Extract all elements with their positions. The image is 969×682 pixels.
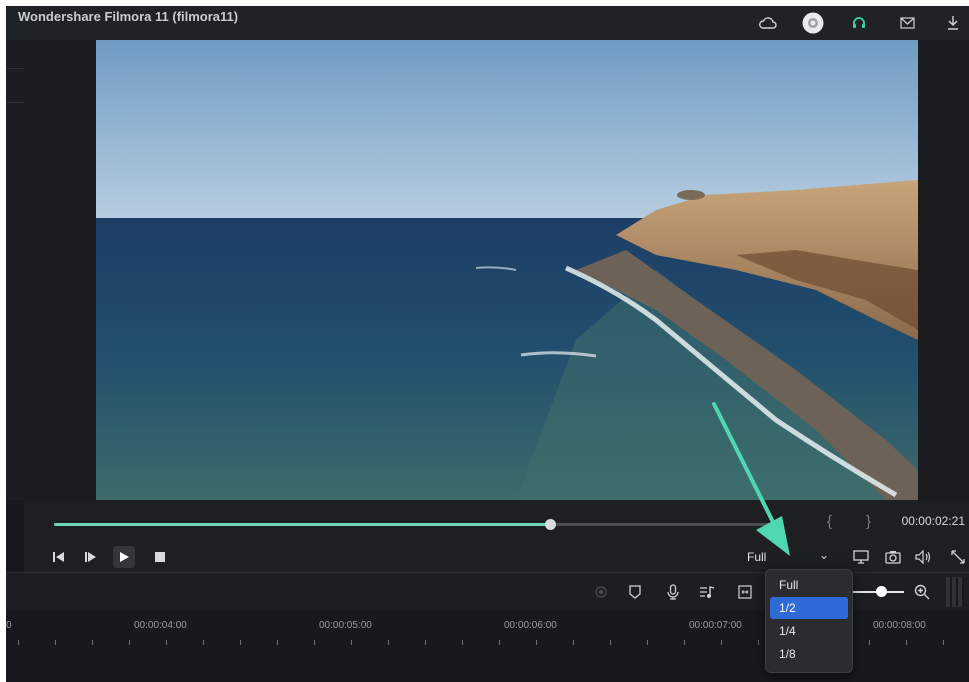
mark-out-button[interactable]: } bbox=[866, 513, 871, 530]
ruler-label: 00:00:04:00 bbox=[134, 620, 187, 631]
ruler-tick bbox=[573, 640, 574, 645]
ruler-tick bbox=[92, 640, 93, 645]
next-frame-icon[interactable] bbox=[80, 546, 102, 568]
timecode-display: 00:00:02:21 bbox=[901, 514, 965, 528]
title-bar: Wondershare Filmora 11 (filmora11) bbox=[6, 6, 969, 40]
marker-icon[interactable] bbox=[626, 583, 644, 601]
ruler-tick bbox=[388, 640, 389, 645]
ruler-tick bbox=[129, 640, 130, 645]
ruler-tick bbox=[536, 640, 537, 645]
preview-quality-select[interactable]: Full bbox=[747, 550, 766, 564]
ruler-label: 00:00:07:00 bbox=[689, 620, 742, 631]
ruler-tick bbox=[906, 640, 907, 645]
ruler-tick bbox=[869, 640, 870, 645]
zoom-in-icon[interactable] bbox=[913, 583, 931, 601]
ruler-label: 00:00:08:00 bbox=[873, 620, 926, 631]
ruler-tick bbox=[314, 640, 315, 645]
download-icon[interactable] bbox=[942, 12, 964, 34]
ruler-tick bbox=[462, 640, 463, 645]
quality-dropdown-menu: Full 1/2 1/4 1/8 bbox=[765, 569, 853, 673]
prev-frame-icon[interactable] bbox=[48, 546, 70, 568]
ruler-tick bbox=[499, 640, 500, 645]
volume-icon[interactable] bbox=[913, 546, 935, 568]
ruler-tick bbox=[240, 640, 241, 645]
ruler-tick bbox=[425, 640, 426, 645]
play-button[interactable] bbox=[113, 546, 135, 568]
playback-controls: { } 00:00:02:21 Full ⌄ bbox=[24, 500, 969, 572]
snapshot-icon[interactable] bbox=[882, 546, 904, 568]
left-panel-edge bbox=[6, 40, 24, 500]
render-icon[interactable] bbox=[592, 583, 610, 601]
ruler-tick bbox=[943, 640, 944, 645]
audio-meter bbox=[946, 577, 964, 607]
ruler-tick bbox=[18, 640, 19, 645]
ruler-tick bbox=[758, 640, 759, 645]
chevron-down-icon[interactable]: ⌄ bbox=[819, 548, 829, 562]
audio-mixer-icon[interactable] bbox=[698, 583, 716, 601]
playhead-knob[interactable] bbox=[545, 519, 557, 530]
ruler-tick bbox=[55, 640, 56, 645]
quality-option-half[interactable]: 1/2 bbox=[770, 597, 848, 619]
zoom-slider-knob[interactable] bbox=[876, 586, 887, 597]
quality-option-quarter[interactable]: 1/4 bbox=[770, 620, 848, 642]
microphone-icon[interactable] bbox=[664, 583, 682, 601]
fullscreen-icon[interactable] bbox=[947, 546, 969, 568]
ruler-tick bbox=[647, 640, 648, 645]
mail-icon[interactable] bbox=[896, 12, 918, 34]
zoom-slider-track[interactable] bbox=[844, 591, 904, 593]
ruler-tick bbox=[684, 640, 685, 645]
ruler-tick bbox=[277, 640, 278, 645]
quality-option-eighth[interactable]: 1/8 bbox=[770, 643, 848, 665]
ruler-tick bbox=[610, 640, 611, 645]
fit-icon[interactable] bbox=[736, 583, 754, 601]
stop-icon[interactable] bbox=[149, 546, 171, 568]
filmora-window: Wondershare Filmora 11 (filmora11) {} 0… bbox=[6, 6, 969, 682]
ruler-tick bbox=[721, 640, 722, 645]
ruler-tick bbox=[203, 640, 204, 645]
video-preview bbox=[96, 40, 918, 500]
cloud-icon[interactable] bbox=[757, 12, 779, 34]
headset-icon[interactable] bbox=[848, 12, 870, 34]
progress-fill bbox=[54, 523, 551, 526]
display-icon[interactable] bbox=[850, 546, 872, 568]
user-avatar-icon[interactable] bbox=[802, 12, 824, 34]
ruler-label: 00:00:05:00 bbox=[319, 620, 372, 631]
quality-option-full[interactable]: Full bbox=[770, 574, 848, 596]
ruler-label: 0 bbox=[6, 620, 12, 631]
window-title: Wondershare Filmora 11 (filmora11) bbox=[18, 9, 239, 24]
ruler-tick bbox=[166, 640, 167, 645]
ruler-label: 00:00:06:00 bbox=[504, 620, 557, 631]
play-icon bbox=[120, 552, 129, 562]
ruler-tick bbox=[351, 640, 352, 645]
playback-progress-bar[interactable] bbox=[54, 519, 784, 530]
mark-in-button[interactable]: { bbox=[827, 513, 832, 530]
